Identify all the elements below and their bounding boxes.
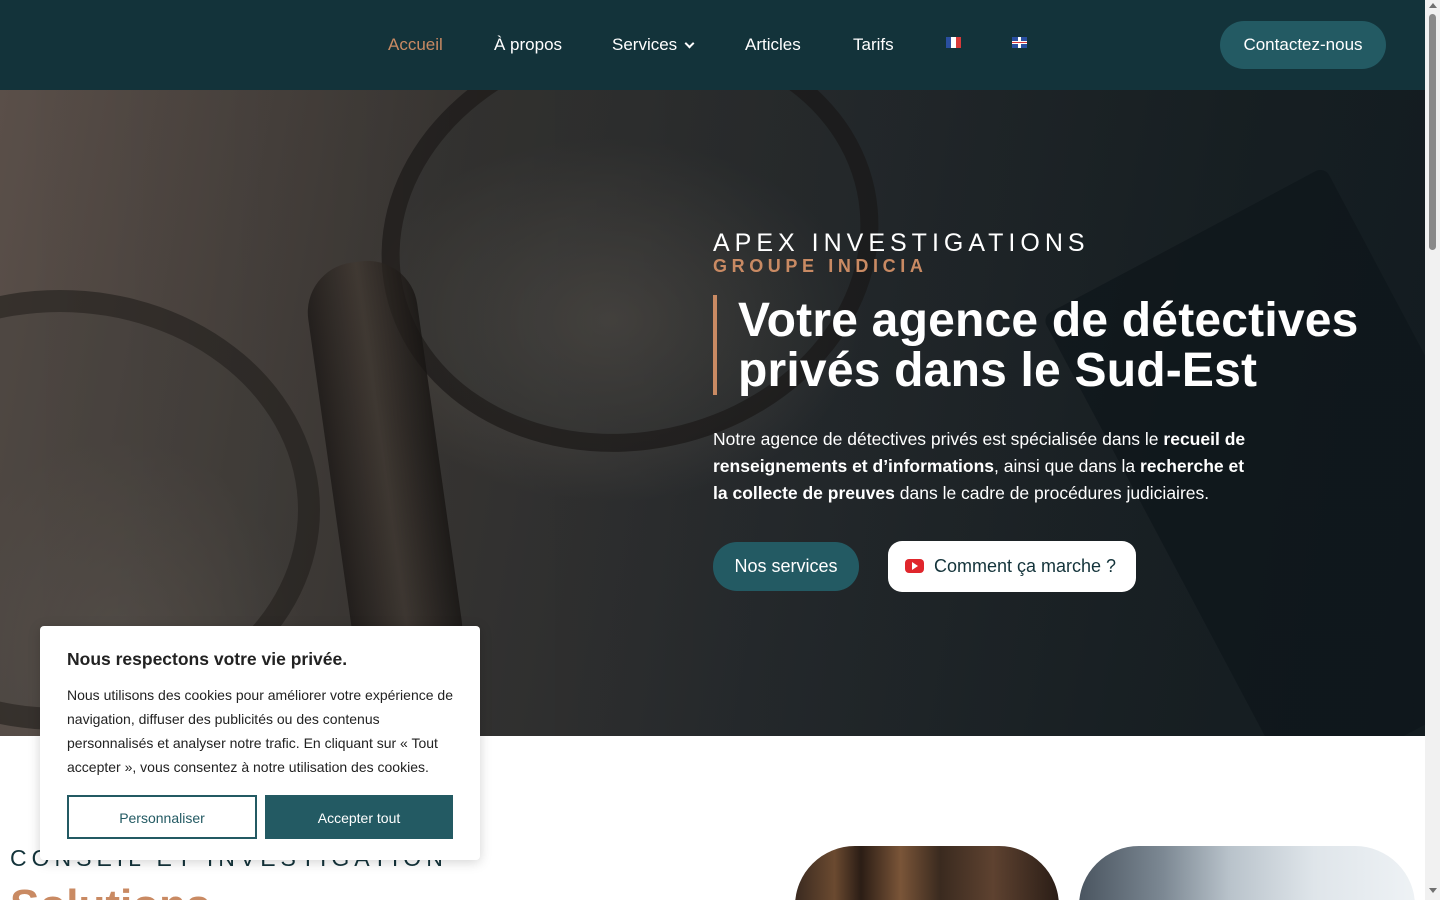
nav-accueil[interactable]: Accueil: [388, 34, 443, 56]
youtube-play-icon: [905, 559, 924, 573]
french-flag-icon[interactable]: [946, 37, 961, 48]
hero-title: Votre agence de détectives privés dans l…: [738, 294, 1359, 397]
top-navbar: Accueil À propos Services Articles Tarif…: [0, 0, 1425, 90]
desc-text: , ainsi que dans la: [994, 456, 1140, 476]
nav-tarifs[interactable]: Tarifs: [853, 34, 894, 56]
cookie-banner: Nous respectons votre vie privée. Nous u…: [40, 626, 480, 860]
nav-articles[interactable]: Articles: [745, 34, 801, 56]
desc-text: Notre agence de détectives privés est sp…: [713, 429, 1164, 449]
cookie-text: Nous utilisons des cookies pour améliore…: [67, 687, 453, 775]
services-button[interactable]: Nos services: [713, 542, 859, 591]
service-image-card: [795, 846, 1059, 900]
brand-subtitle: GROUPE INDICIA: [713, 256, 928, 276]
accept-all-button[interactable]: Accepter tout: [265, 795, 453, 839]
contact-button[interactable]: Contactez-nous: [1220, 21, 1386, 69]
service-image-card: [1079, 846, 1415, 900]
scroll-down-arrow-icon[interactable]: [1429, 888, 1437, 893]
uk-flag-icon[interactable]: [1012, 37, 1027, 48]
scroll-up-arrow-icon[interactable]: [1429, 3, 1437, 8]
cookie-title: Nous respectons votre vie privée.: [67, 649, 348, 669]
section-title: Solutions: [10, 882, 210, 900]
page-scrollbar[interactable]: [1425, 0, 1440, 900]
nav-a-propos[interactable]: À propos: [494, 34, 562, 56]
nav-services[interactable]: Services: [612, 34, 695, 56]
how-it-works-label: Comment ça marche ?: [934, 556, 1117, 576]
brand-name: APEX INVESTIGATIONS: [713, 229, 1090, 257]
personalize-button[interactable]: Personnaliser: [67, 795, 257, 839]
title-accent-bar: [713, 295, 717, 395]
chevron-down-icon: [684, 38, 695, 49]
nav-services-label: Services: [612, 35, 678, 54]
scrollbar-thumb[interactable]: [1429, 14, 1436, 250]
how-it-works-button[interactable]: Comment ça marche ?: [888, 541, 1136, 592]
hero-description: Notre agence de détectives privés est sp…: [713, 426, 1253, 507]
desc-text: dans le cadre de procédures judiciaires.: [894, 483, 1210, 503]
